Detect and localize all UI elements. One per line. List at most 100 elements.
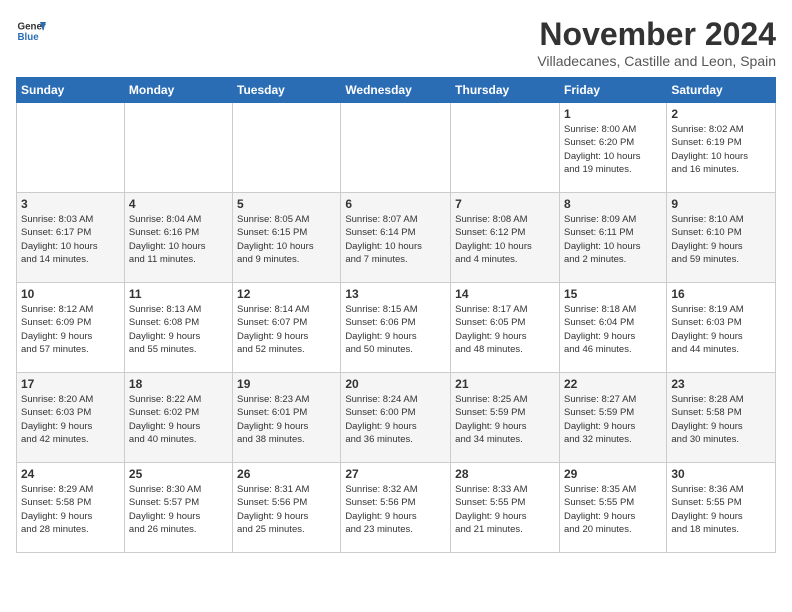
day-number: 22 xyxy=(564,377,662,391)
weekday-header-saturday: Saturday xyxy=(667,78,776,103)
day-info: Sunrise: 8:28 AM Sunset: 5:58 PM Dayligh… xyxy=(671,393,771,446)
day-number: 24 xyxy=(21,467,120,481)
weekday-header-monday: Monday xyxy=(124,78,232,103)
day-info: Sunrise: 8:24 AM Sunset: 6:00 PM Dayligh… xyxy=(345,393,446,446)
calendar-cell: 27 Sunrise: 8:32 AM Sunset: 5:56 PM Dayli… xyxy=(341,463,451,553)
calendar-cell: 24 Sunrise: 8:29 AM Sunset: 5:58 PM Dayli… xyxy=(17,463,125,553)
calendar-week-row: 24 Sunrise: 8:29 AM Sunset: 5:58 PM Dayli… xyxy=(17,463,776,553)
day-number: 11 xyxy=(129,287,228,301)
calendar-cell: 14Sunrise: 8:17 AM Sunset: 6:05 PM Dayli… xyxy=(451,283,560,373)
calendar-cell: 20 Sunrise: 8:24 AM Sunset: 6:00 PM Dayli… xyxy=(341,373,451,463)
calendar-cell: 22 Sunrise: 8:27 AM Sunset: 5:59 PM Dayli… xyxy=(559,373,666,463)
calendar-cell: 9 Sunrise: 8:10 AM Sunset: 6:10 PM Daylig… xyxy=(667,193,776,283)
weekday-header-row: SundayMondayTuesdayWednesdayThursdayFrid… xyxy=(17,78,776,103)
calendar-cell xyxy=(17,103,125,193)
calendar-cell: 25 Sunrise: 8:30 AM Sunset: 5:57 PM Dayli… xyxy=(124,463,232,553)
logo: General Blue xyxy=(16,16,46,46)
calendar-cell: 13Sunrise: 8:15 AM Sunset: 6:06 PM Dayli… xyxy=(341,283,451,373)
day-info: Sunrise: 8:09 AM Sunset: 6:11 PM Dayligh… xyxy=(564,213,662,266)
title-area: November 2024 Villadecanes, Castille and… xyxy=(537,16,776,69)
calendar-table: SundayMondayTuesdayWednesdayThursdayFrid… xyxy=(16,77,776,553)
weekday-header-friday: Friday xyxy=(559,78,666,103)
day-info: Sunrise: 8:36 AM Sunset: 5:55 PM Dayligh… xyxy=(671,483,771,536)
day-info: Sunrise: 8:07 AM Sunset: 6:14 PM Dayligh… xyxy=(345,213,446,266)
day-number: 9 xyxy=(671,197,771,211)
calendar-cell: 1Sunrise: 8:00 AM Sunset: 6:20 PM Daylig… xyxy=(559,103,666,193)
day-info: Sunrise: 8:22 AM Sunset: 6:02 PM Dayligh… xyxy=(129,393,228,446)
day-number: 5 xyxy=(237,197,336,211)
day-info: Sunrise: 8:35 AM Sunset: 5:55 PM Dayligh… xyxy=(564,483,662,536)
day-number: 13 xyxy=(345,287,446,301)
day-info: Sunrise: 8:33 AM Sunset: 5:55 PM Dayligh… xyxy=(455,483,555,536)
day-info: Sunrise: 8:18 AM Sunset: 6:04 PM Dayligh… xyxy=(564,303,662,356)
day-number: 29 xyxy=(564,467,662,481)
day-number: 2 xyxy=(671,107,771,121)
day-number: 30 xyxy=(671,467,771,481)
day-number: 12 xyxy=(237,287,336,301)
calendar-cell: 19Sunrise: 8:23 AM Sunset: 6:01 PM Dayli… xyxy=(233,373,341,463)
day-number: 25 xyxy=(129,467,228,481)
calendar-cell: 29 Sunrise: 8:35 AM Sunset: 5:55 PM Dayli… xyxy=(559,463,666,553)
day-info: Sunrise: 8:19 AM Sunset: 6:03 PM Dayligh… xyxy=(671,303,771,356)
calendar-cell xyxy=(451,103,560,193)
day-info: Sunrise: 8:03 AM Sunset: 6:17 PM Dayligh… xyxy=(21,213,120,266)
day-number: 21 xyxy=(455,377,555,391)
calendar-cell xyxy=(341,103,451,193)
day-info: Sunrise: 8:04 AM Sunset: 6:16 PM Dayligh… xyxy=(129,213,228,266)
day-info: Sunrise: 8:17 AM Sunset: 6:05 PM Dayligh… xyxy=(455,303,555,356)
day-info: Sunrise: 8:29 AM Sunset: 5:58 PM Dayligh… xyxy=(21,483,120,536)
day-info: Sunrise: 8:13 AM Sunset: 6:08 PM Dayligh… xyxy=(129,303,228,356)
calendar-cell: 8 Sunrise: 8:09 AM Sunset: 6:11 PM Daylig… xyxy=(559,193,666,283)
weekday-header-thursday: Thursday xyxy=(451,78,560,103)
day-number: 16 xyxy=(671,287,771,301)
svg-text:Blue: Blue xyxy=(18,32,40,43)
day-info: Sunrise: 8:02 AM Sunset: 6:19 PM Dayligh… xyxy=(671,123,771,176)
day-info: Sunrise: 8:14 AM Sunset: 6:07 PM Dayligh… xyxy=(237,303,336,356)
calendar-cell xyxy=(233,103,341,193)
day-info: Sunrise: 8:32 AM Sunset: 5:56 PM Dayligh… xyxy=(345,483,446,536)
location-title: Villadecanes, Castille and Leon, Spain xyxy=(537,53,776,69)
day-info: Sunrise: 8:08 AM Sunset: 6:12 PM Dayligh… xyxy=(455,213,555,266)
calendar-cell: 12 Sunrise: 8:14 AM Sunset: 6:07 PM Dayli… xyxy=(233,283,341,373)
day-info: Sunrise: 8:05 AM Sunset: 6:15 PM Dayligh… xyxy=(237,213,336,266)
calendar-week-row: 17 Sunrise: 8:20 AM Sunset: 6:03 PM Dayli… xyxy=(17,373,776,463)
day-number: 6 xyxy=(345,197,446,211)
calendar-cell: 15 Sunrise: 8:18 AM Sunset: 6:04 PM Dayli… xyxy=(559,283,666,373)
day-number: 26 xyxy=(237,467,336,481)
day-number: 10 xyxy=(21,287,120,301)
day-info: Sunrise: 8:12 AM Sunset: 6:09 PM Dayligh… xyxy=(21,303,120,356)
day-number: 1 xyxy=(564,107,662,121)
day-number: 15 xyxy=(564,287,662,301)
day-info: Sunrise: 8:30 AM Sunset: 5:57 PM Dayligh… xyxy=(129,483,228,536)
calendar-week-row: 3 Sunrise: 8:03 AM Sunset: 6:17 PM Daylig… xyxy=(17,193,776,283)
calendar-cell: 23 Sunrise: 8:28 AM Sunset: 5:58 PM Dayli… xyxy=(667,373,776,463)
day-number: 20 xyxy=(345,377,446,391)
day-number: 4 xyxy=(129,197,228,211)
calendar-cell: 16 Sunrise: 8:19 AM Sunset: 6:03 PM Dayli… xyxy=(667,283,776,373)
page-header: General Blue November 2024 Villadecanes,… xyxy=(16,16,776,69)
day-info: Sunrise: 8:10 AM Sunset: 6:10 PM Dayligh… xyxy=(671,213,771,266)
day-number: 8 xyxy=(564,197,662,211)
day-info: Sunrise: 8:27 AM Sunset: 5:59 PM Dayligh… xyxy=(564,393,662,446)
day-info: Sunrise: 8:20 AM Sunset: 6:03 PM Dayligh… xyxy=(21,393,120,446)
calendar-cell: 21 Sunrise: 8:25 AM Sunset: 5:59 PM Dayli… xyxy=(451,373,560,463)
calendar-cell: 18 Sunrise: 8:22 AM Sunset: 6:02 PM Dayli… xyxy=(124,373,232,463)
calendar-cell: 7Sunrise: 8:08 AM Sunset: 6:12 PM Daylig… xyxy=(451,193,560,283)
calendar-week-row: 10 Sunrise: 8:12 AM Sunset: 6:09 PM Dayli… xyxy=(17,283,776,373)
day-info: Sunrise: 8:31 AM Sunset: 5:56 PM Dayligh… xyxy=(237,483,336,536)
calendar-week-row: 1Sunrise: 8:00 AM Sunset: 6:20 PM Daylig… xyxy=(17,103,776,193)
day-number: 18 xyxy=(129,377,228,391)
day-number: 3 xyxy=(21,197,120,211)
day-number: 17 xyxy=(21,377,120,391)
day-info: Sunrise: 8:25 AM Sunset: 5:59 PM Dayligh… xyxy=(455,393,555,446)
day-info: Sunrise: 8:23 AM Sunset: 6:01 PM Dayligh… xyxy=(237,393,336,446)
day-number: 27 xyxy=(345,467,446,481)
calendar-cell: 2 Sunrise: 8:02 AM Sunset: 6:19 PM Daylig… xyxy=(667,103,776,193)
calendar-cell: 6 Sunrise: 8:07 AM Sunset: 6:14 PM Daylig… xyxy=(341,193,451,283)
calendar-cell: 28 Sunrise: 8:33 AM Sunset: 5:55 PM Dayli… xyxy=(451,463,560,553)
day-number: 28 xyxy=(455,467,555,481)
calendar-cell: 26 Sunrise: 8:31 AM Sunset: 5:56 PM Dayli… xyxy=(233,463,341,553)
calendar-cell xyxy=(124,103,232,193)
day-number: 23 xyxy=(671,377,771,391)
calendar-cell: 3 Sunrise: 8:03 AM Sunset: 6:17 PM Daylig… xyxy=(17,193,125,283)
